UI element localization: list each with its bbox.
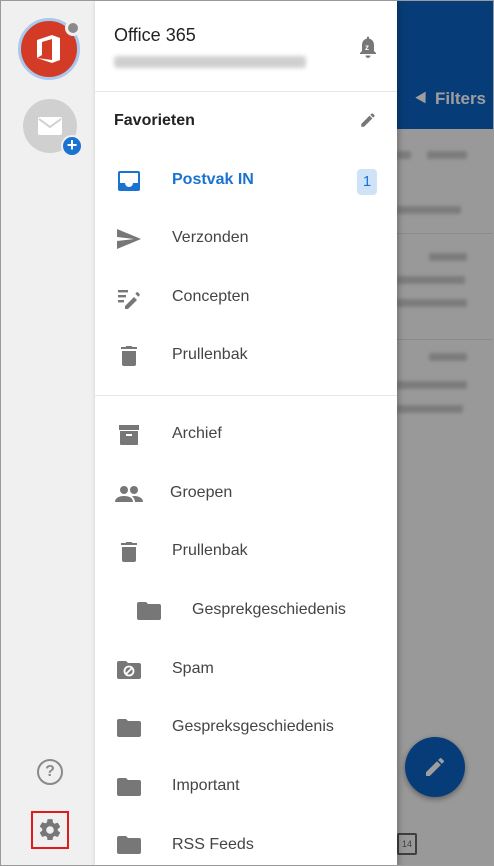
folder-icon — [115, 832, 143, 858]
settings-button[interactable] — [31, 811, 69, 849]
account-name: Office 365 — [114, 25, 196, 45]
scrim-overlay[interactable] — [397, 1, 493, 865]
folder-item-trash[interactable]: Prullenbak — [95, 527, 397, 577]
folder-label: Prullenbak — [172, 542, 248, 559]
edit-favorites-button[interactable] — [359, 111, 379, 131]
folder-item-drafts[interactable]: Concepten — [95, 273, 397, 323]
folder-label: Groepen — [170, 484, 233, 501]
help-icon: ? — [45, 763, 55, 780]
folder-label: Verzonden — [172, 229, 249, 246]
folder-item-groups[interactable]: Groepen — [95, 469, 397, 519]
folder-item-conversation-history[interactable]: Gespreksgeschiedenis — [95, 703, 397, 753]
folder-label: Archief — [172, 425, 222, 442]
do-not-disturb-button[interactable]: z — [357, 35, 379, 59]
add-account-button[interactable]: + — [23, 99, 83, 157]
navigation-drawer: Office 365 z Favorieten Postvak IN 1 Ver… — [95, 1, 397, 865]
archive-icon — [115, 422, 143, 448]
spam-icon — [115, 657, 143, 683]
folder-label: Spam — [172, 660, 214, 677]
folder-item-spam[interactable]: Spam — [95, 645, 397, 695]
mail-icon — [38, 117, 62, 135]
svg-text:z: z — [365, 43, 369, 52]
folder-item-archive[interactable]: Archief — [95, 410, 397, 460]
status-dot — [65, 20, 81, 36]
pencil-icon — [361, 113, 375, 127]
folder-label: Important — [172, 777, 240, 794]
folder-label: Postvak IN — [172, 171, 254, 188]
account-rail: + ? — [1, 1, 95, 865]
send-icon — [115, 226, 143, 252]
draft-icon — [115, 285, 143, 311]
unread-count-badge: 1 — [357, 169, 377, 195]
gear-icon — [39, 819, 61, 841]
groups-icon — [115, 481, 143, 507]
folder-item-rss-feeds[interactable]: RSS Feeds — [95, 813, 397, 863]
folder-icon — [115, 774, 143, 800]
folder-item-subfolder-history[interactable]: Gesprekgeschiedenis — [95, 586, 397, 636]
plus-icon: + — [61, 135, 83, 157]
account-email-redacted — [114, 56, 306, 68]
folder-icon — [135, 598, 163, 624]
folder-item-trash-favorite[interactable]: Prullenbak — [95, 331, 397, 381]
folder-item-sent[interactable]: Verzonden — [95, 214, 397, 264]
folder-label: Gespreksgeschiedenis — [172, 718, 334, 735]
folder-label: Gesprekgeschiedenis — [192, 601, 346, 618]
office-logo-icon — [37, 35, 60, 63]
bell-snooze-icon: z — [360, 36, 376, 58]
help-button[interactable]: ? — [37, 759, 63, 785]
divider — [95, 91, 397, 92]
inbox-icon — [115, 168, 143, 194]
folder-label: Prullenbak — [172, 346, 248, 363]
favorites-title: Favorieten — [114, 112, 195, 129]
folder-icon — [115, 715, 143, 741]
app-frame: Filters 14 + ? Office 365 z Favorieten P… — [0, 0, 494, 866]
folder-label: RSS Feeds — [172, 836, 254, 853]
folder-label: Concepten — [172, 288, 250, 305]
trash-icon — [115, 539, 143, 565]
divider — [95, 395, 397, 396]
folder-item-inbox[interactable]: Postvak IN 1 — [95, 156, 397, 206]
trash-icon — [115, 343, 143, 369]
folder-item-important[interactable]: Important — [95, 762, 397, 812]
office365-account-avatar[interactable] — [18, 18, 81, 80]
